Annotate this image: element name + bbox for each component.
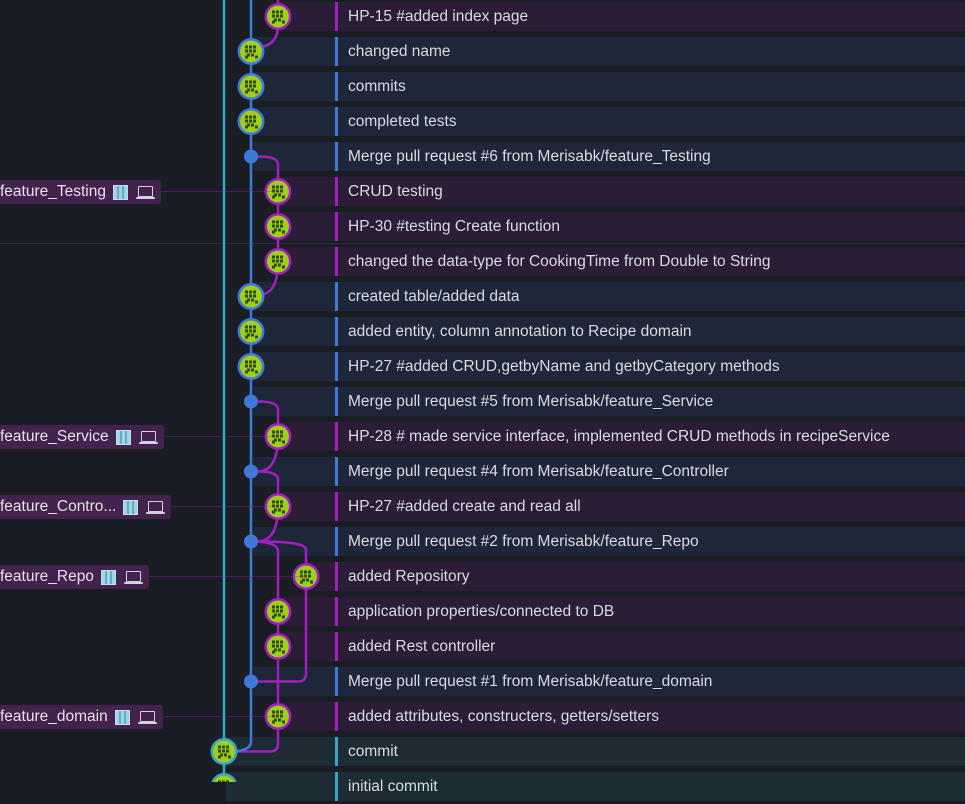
commit-message: Merge pull request #6 from Merisabk/feat… — [348, 148, 711, 165]
commit-avatar[interactable] — [264, 3, 292, 30]
branch-name: feature_Service — [0, 428, 109, 445]
commit-message: Merge pull request #2 from Merisabk/feat… — [348, 533, 699, 550]
branch-label[interactable]: feature_domain — [0, 705, 163, 729]
commit-message: HP-30 #testing Create function — [348, 218, 560, 235]
branch-label[interactable]: feature_Repo — [0, 565, 149, 589]
commit-avatar[interactable] — [211, 773, 238, 782]
laptop-icon — [137, 710, 157, 725]
commit-avatar[interactable] — [264, 633, 292, 660]
commit-message: Merge pull request #5 from Merisabk/feat… — [348, 393, 714, 410]
commit-message: Merge pull request #1 from Merisabk/feat… — [348, 673, 713, 690]
branch-name: feature_Contro... — [0, 498, 117, 515]
remote-repo-icon — [123, 499, 139, 515]
commit-message: changed the data-type for CookingTime fr… — [348, 253, 771, 270]
commit-avatar[interactable] — [264, 598, 292, 625]
merge-node[interactable] — [244, 149, 258, 164]
branch-label[interactable]: feature_Testing — [0, 180, 161, 204]
commit-message: HP-15 #added index page — [348, 8, 529, 25]
commit-avatar[interactable] — [237, 283, 265, 310]
laptop-icon — [123, 570, 143, 585]
merge-node[interactable] — [244, 394, 258, 409]
commit-message: CRUD testing — [348, 183, 443, 200]
branch-label[interactable]: feature_Contro... — [0, 495, 172, 519]
remote-repo-icon — [114, 709, 130, 725]
feature-lane-line — [250, 540, 280, 717]
commit-message: added Repository — [348, 568, 470, 585]
laptop-icon — [138, 430, 158, 445]
commit-message: added entity, column annotation to Recip… — [348, 323, 692, 340]
merge-node[interactable] — [244, 534, 258, 549]
commit-message: HP-27 #added CRUD,getbyName and getbyCat… — [348, 358, 780, 375]
remote-repo-icon — [113, 184, 128, 200]
commit-message: application properties/connected to DB — [348, 603, 615, 620]
branch-label[interactable]: feature_Service — [0, 425, 164, 449]
merge-node[interactable] — [244, 464, 258, 479]
branch-name: feature_Repo — [0, 568, 94, 585]
branch-connector — [150, 191, 278, 192]
commit-row[interactable]: HP-28 # made service interface, implemen… — [0, 419, 965, 454]
remote-repo-icon — [115, 429, 131, 445]
commit-message: initial commit — [348, 778, 438, 795]
commit-message: HP-28 # made service interface, implemen… — [348, 428, 890, 445]
branch-name: feature_Testing — [0, 183, 106, 200]
branch-connector — [150, 576, 306, 577]
branch-connector — [150, 716, 278, 717]
commit-avatar[interactable] — [264, 248, 292, 275]
commit-message: Merge pull request #4 from Merisabk/feat… — [348, 463, 729, 480]
commit-message: changed name — [348, 43, 451, 60]
commit-message: added attributes, constructers, getters/… — [348, 708, 660, 725]
laptop-icon — [136, 185, 155, 200]
merge-node[interactable] — [244, 674, 258, 689]
commit-avatar[interactable] — [237, 318, 265, 345]
commit-avatar[interactable] — [237, 353, 265, 380]
commit-avatar[interactable] — [264, 213, 292, 240]
commit-avatar[interactable] — [210, 738, 238, 765]
branch-name: feature_domain — [0, 708, 108, 725]
laptop-icon — [146, 500, 166, 515]
remote-repo-icon — [100, 569, 116, 585]
commit-message: commit — [348, 743, 398, 760]
commit-message: created table/added data — [348, 288, 520, 305]
commit-message: commits — [348, 78, 406, 95]
feature-lane-line — [251, 155, 280, 262]
branch-connector — [150, 436, 278, 437]
commit-avatar[interactable] — [237, 73, 265, 100]
commit-message: completed tests — [348, 113, 457, 130]
commit-message: added Rest controller — [348, 638, 496, 655]
commit-message: HP-27 #added create and read all — [348, 498, 581, 515]
commit-avatar[interactable] — [237, 38, 265, 65]
commit-avatar[interactable] — [237, 108, 265, 135]
